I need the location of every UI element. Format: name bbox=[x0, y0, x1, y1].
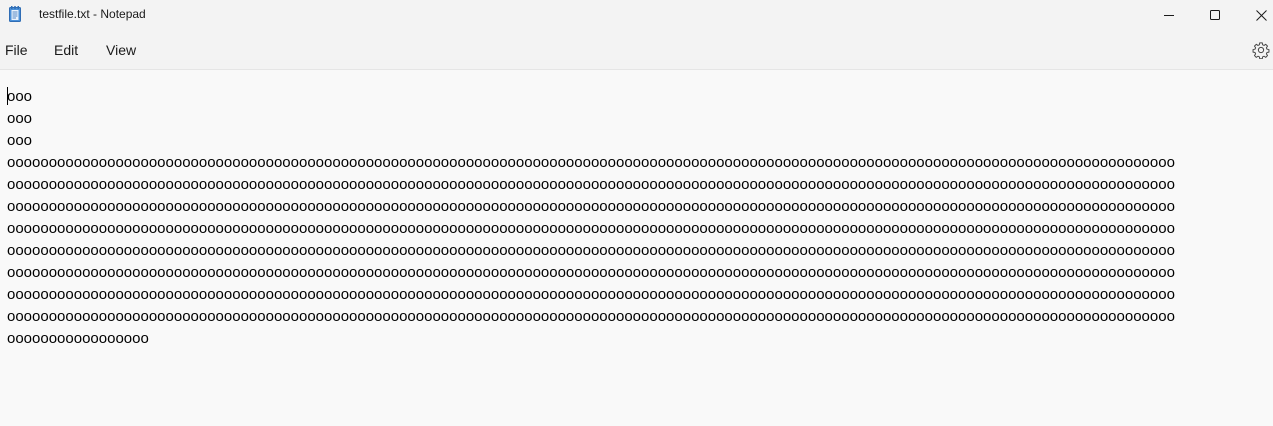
text-line: ooooooooooooooooo bbox=[7, 330, 149, 347]
text-line: ooo bbox=[7, 132, 33, 149]
minimize-icon bbox=[1164, 15, 1174, 16]
settings-button[interactable] bbox=[1252, 41, 1270, 60]
text-line: oooooooooooooooooooooooooooooooooooooooo… bbox=[7, 220, 1175, 237]
text-line: oooooooooooooooooooooooooooooooooooooooo… bbox=[7, 198, 1175, 215]
title-bar[interactable]: testfile.txt - Notepad bbox=[0, 0, 1273, 30]
text-line: oooooooooooooooooooooooooooooooooooooooo… bbox=[7, 264, 1175, 281]
menu-view[interactable]: View bbox=[106, 42, 136, 58]
maximize-icon bbox=[1210, 10, 1220, 20]
text-line: ooo bbox=[7, 88, 33, 105]
text-line: ooo bbox=[7, 110, 33, 127]
text-line: oooooooooooooooooooooooooooooooooooooooo… bbox=[7, 308, 1175, 325]
menu-file[interactable]: File bbox=[5, 42, 28, 58]
text-editor[interactable]: ooo ooo ooo oooooooooooooooooooooooooooo… bbox=[0, 70, 1273, 426]
menu-edit[interactable]: Edit bbox=[54, 42, 78, 58]
window-title: testfile.txt - Notepad bbox=[39, 7, 146, 21]
text-line: oooooooooooooooooooooooooooooooooooooooo… bbox=[7, 242, 1175, 259]
notepad-window: testfile.txt - Notepad File Edit View oo… bbox=[0, 0, 1273, 426]
gear-icon bbox=[1252, 42, 1270, 60]
close-button[interactable] bbox=[1238, 0, 1273, 30]
minimize-button[interactable] bbox=[1146, 0, 1192, 30]
text-line: oooooooooooooooooooooooooooooooooooooooo… bbox=[7, 154, 1175, 171]
menu-bar: File Edit View bbox=[0, 30, 1273, 70]
text-line: oooooooooooooooooooooooooooooooooooooooo… bbox=[7, 286, 1175, 303]
notepad-icon bbox=[9, 6, 21, 22]
maximize-button[interactable] bbox=[1192, 0, 1238, 30]
close-icon bbox=[1255, 9, 1267, 21]
text-line: oooooooooooooooooooooooooooooooooooooooo… bbox=[7, 176, 1175, 193]
